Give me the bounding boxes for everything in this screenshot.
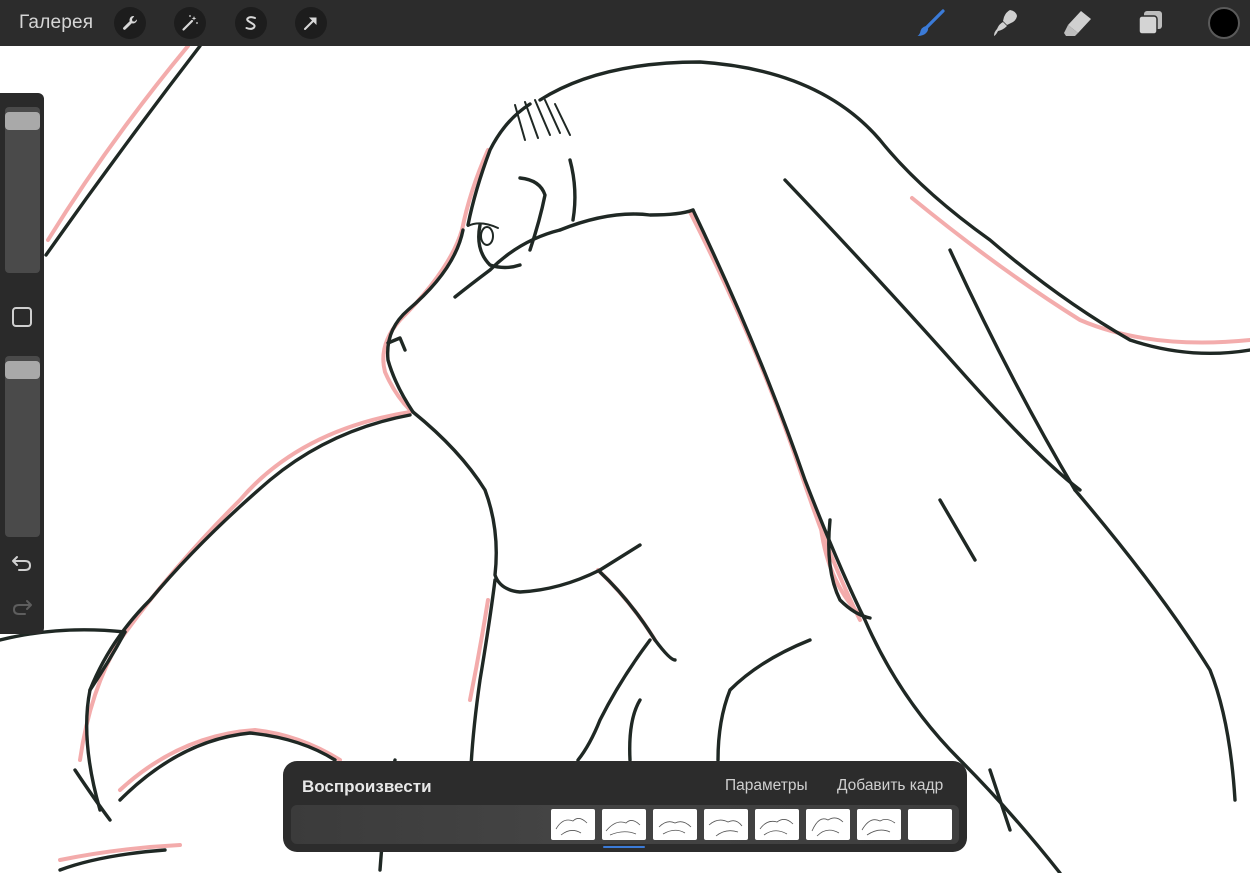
gallery-link[interactable]: Галерея (19, 12, 93, 34)
smudge-tool[interactable] (988, 7, 1022, 39)
opacity-thumb[interactable] (5, 361, 40, 379)
brush-tool[interactable] (914, 7, 948, 39)
top-toolbar: Галерея (0, 0, 1250, 46)
transform-button[interactable] (295, 7, 327, 39)
brush-size-slider[interactable] (5, 107, 40, 273)
transform-arrow-icon (304, 17, 317, 30)
line-art-layer (0, 46, 1250, 873)
brush-icon (917, 9, 945, 36)
wrench-icon (123, 16, 138, 30)
frame-thumbnail-blank[interactable] (908, 809, 952, 840)
frames-timeline[interactable] (291, 805, 959, 844)
actions-button[interactable] (114, 7, 146, 39)
frame-thumbnail[interactable] (857, 809, 901, 840)
eraser-icon (1064, 11, 1091, 36)
left-sidebar (0, 93, 44, 634)
layers-icon (1138, 11, 1162, 35)
opacity-slider[interactable] (5, 356, 40, 537)
magic-wand-icon (182, 15, 198, 31)
smudge-icon (994, 10, 1017, 36)
modify-square-icon[interactable] (12, 307, 32, 327)
layers-tool[interactable] (1134, 7, 1168, 39)
undo-icon (12, 556, 32, 571)
frame-thumbnail[interactable] (755, 809, 799, 840)
frame-thumbnail[interactable] (653, 809, 697, 840)
adjustments-button[interactable] (174, 7, 206, 39)
procreate-app: Галерея Воспроизвести Параметры Добавить… (0, 0, 1250, 873)
selection-button[interactable] (235, 7, 267, 39)
sketch-drawing (0, 46, 1250, 873)
redo-button[interactable] (10, 596, 34, 620)
eraser-tool[interactable] (1061, 7, 1095, 39)
undo-button[interactable] (10, 552, 34, 576)
redo-icon (12, 600, 32, 615)
frame-thumbnail[interactable] (602, 809, 646, 840)
current-frame-indicator (603, 846, 645, 848)
frame-thumbnail[interactable] (806, 809, 850, 840)
frame-thumbnail[interactable] (551, 809, 595, 840)
settings-button[interactable]: Параметры (725, 777, 808, 795)
frame-thumbnail[interactable] (704, 809, 748, 840)
color-picker[interactable] (1208, 7, 1240, 39)
drawing-canvas[interactable] (0, 46, 1250, 873)
animation-assist-panel: Воспроизвести Параметры Добавить кадр (283, 761, 967, 852)
add-frame-button[interactable]: Добавить кадр (837, 777, 943, 795)
play-button[interactable]: Воспроизвести (302, 777, 432, 797)
selection-icon (245, 16, 256, 30)
brush-size-thumb[interactable] (5, 112, 40, 130)
